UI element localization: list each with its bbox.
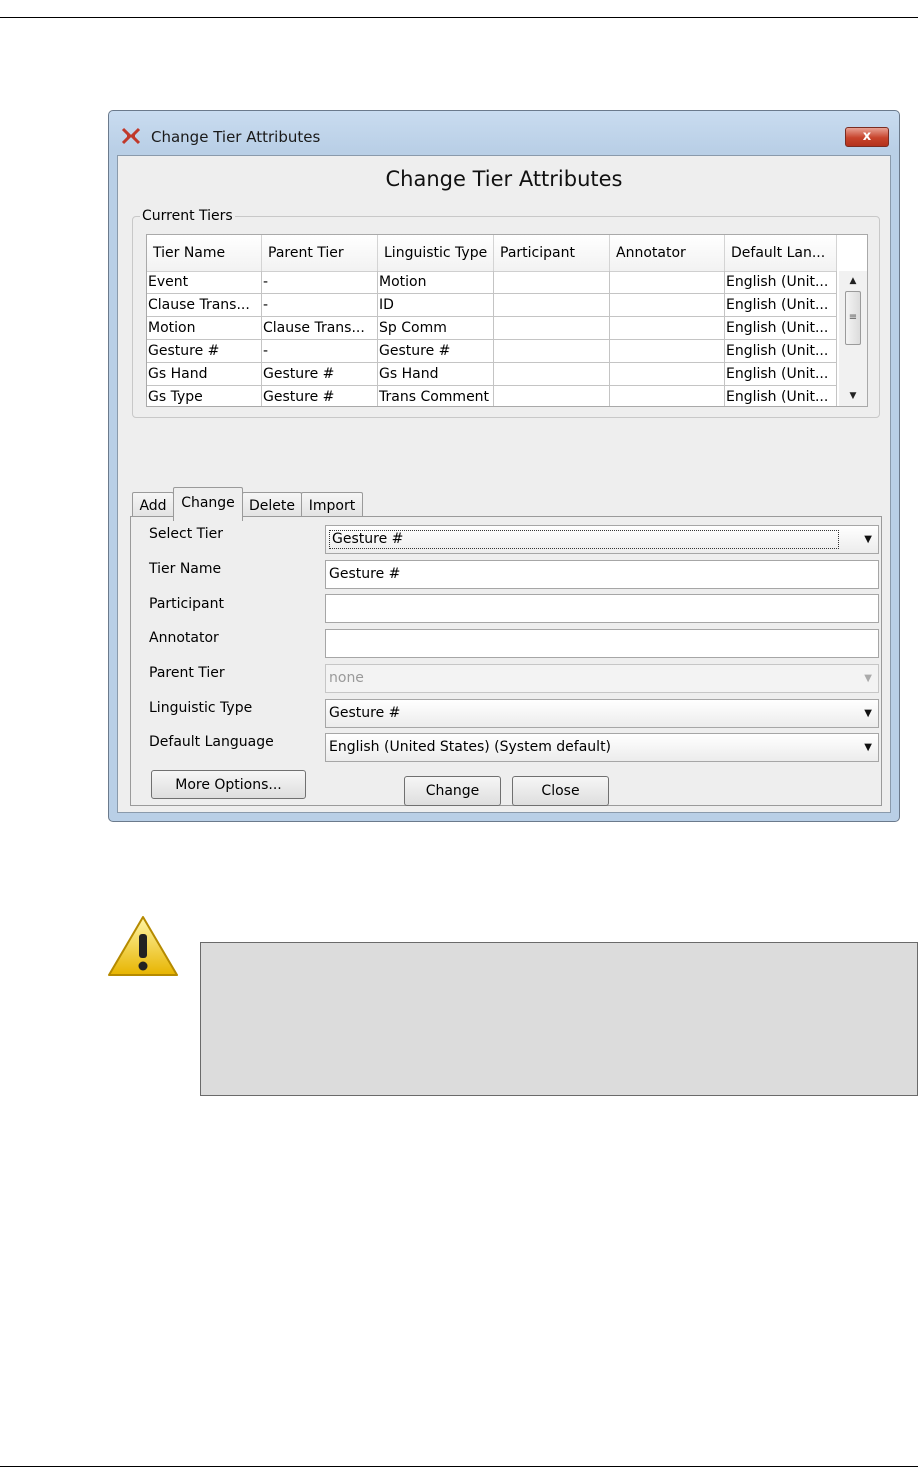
cell-annotator <box>610 363 725 386</box>
cell-parent-tier: Gesture # <box>262 363 378 386</box>
cell-parent-tier: - <box>262 340 378 363</box>
page-top-rule <box>0 17 918 18</box>
column-header-linguistic-type[interactable]: Linguistic Type <box>378 235 494 271</box>
close-icon: x <box>862 129 872 144</box>
title-bar[interactable]: Change Tier Attributes x <box>109 111 899 155</box>
linguistic-type-label: Linguistic Type <box>149 700 253 716</box>
tier-name-input[interactable]: Gesture # <box>325 560 879 589</box>
cell-default-language: English (Unit... <box>725 317 837 340</box>
cell-default-language: English (Unit... <box>725 271 837 294</box>
cell-tier-name: Clause Trans... <box>147 294 262 317</box>
change-tab-panel: Select Tier Gesture # ▼ Tier Name Gestur… <box>130 516 882 806</box>
close-window-button[interactable]: x <box>845 127 889 147</box>
cell-annotator <box>610 317 725 340</box>
warning-icon <box>108 916 178 976</box>
cell-parent-tier: - <box>262 271 378 294</box>
chevron-down-icon: ▼ <box>864 708 872 719</box>
cell-default-language: English (Unit... <box>725 363 837 386</box>
parent-tier-label: Parent Tier <box>149 665 225 681</box>
scroll-down-arrow-icon[interactable]: ▼ <box>839 386 867 406</box>
cell-linguistic-type: Gesture # <box>378 340 494 363</box>
table-row[interactable]: Motion Clause Trans... Sp Comm English (Uni… <box>147 317 837 340</box>
tab-change[interactable]: Change <box>173 487 243 521</box>
select-tier-dropdown[interactable]: Gesture # ▼ <box>325 525 879 554</box>
linguistic-type-value: Gesture # <box>329 705 401 721</box>
current-tiers-legend: Current Tiers <box>140 208 235 224</box>
page-bottom-rule <box>0 1466 918 1467</box>
parent-tier-dropdown: none ▼ <box>325 664 879 693</box>
table-row[interactable]: Gesture # - Gesture # English (Unit... <box>147 340 837 363</box>
column-header-annotator[interactable]: Annotator <box>610 235 725 271</box>
cell-tier-name: Gs Type <box>147 386 262 406</box>
warning-note-box <box>200 942 918 1096</box>
cell-annotator <box>610 386 725 406</box>
linguistic-type-dropdown[interactable]: Gesture # ▼ <box>325 699 879 728</box>
cell-linguistic-type: ID <box>378 294 494 317</box>
cell-parent-tier: Gesture # <box>262 386 378 406</box>
table-row[interactable]: Clause Trans... - ID English (Unit... <box>147 294 837 317</box>
scroll-thumb[interactable]: ≡ <box>845 291 861 345</box>
participant-label: Participant <box>149 596 224 612</box>
default-language-value: English (United States) (System default) <box>329 739 612 755</box>
cell-annotator <box>610 294 725 317</box>
cell-tier-name: Gs Hand <box>147 363 262 386</box>
cell-linguistic-type: Gs Hand <box>378 363 494 386</box>
dialog-heading: Change Tier Attributes <box>385 167 623 191</box>
annotator-label: Annotator <box>149 630 219 646</box>
cell-participant <box>494 386 610 406</box>
cell-tier-name: Motion <box>147 317 262 340</box>
elan-app-icon <box>121 127 141 145</box>
participant-input[interactable] <box>325 594 879 623</box>
cell-participant <box>494 317 610 340</box>
cell-default-language: English (Unit... <box>725 386 837 406</box>
cell-parent-tier: - <box>262 294 378 317</box>
parent-tier-value: none <box>329 670 364 686</box>
column-header-tier-name[interactable]: Tier Name <box>147 235 262 271</box>
chevron-down-icon: ▼ <box>864 742 872 753</box>
table-row[interactable]: Event - Motion English (Unit... <box>147 271 837 294</box>
select-tier-value: Gesture # <box>329 530 839 549</box>
cell-parent-tier: Clause Trans... <box>262 317 378 340</box>
table-row[interactable]: Gs Hand Gesture # Gs Hand English (Unit... <box>147 363 837 386</box>
cell-tier-name: Event <box>147 271 262 294</box>
cell-participant <box>494 363 610 386</box>
table-header: Tier Name Parent Tier Linguistic Type Pa… <box>147 235 837 272</box>
column-header-default-language[interactable]: Default Lan... <box>725 235 837 271</box>
more-options-button[interactable]: More Options... <box>151 770 306 799</box>
cell-participant <box>494 271 610 294</box>
table-vertical-scrollbar[interactable]: ▲ ≡ ▼ <box>839 271 867 406</box>
cell-participant <box>494 294 610 317</box>
default-language-label: Default Language <box>149 734 274 750</box>
chevron-down-icon: ▼ <box>864 534 872 545</box>
cell-linguistic-type: Sp Comm <box>378 317 494 340</box>
scroll-up-arrow-icon[interactable]: ▲ <box>839 271 867 291</box>
cell-tier-name: Gesture # <box>147 340 262 363</box>
close-button[interactable]: Close <box>512 776 609 806</box>
cell-annotator <box>610 271 725 294</box>
annotator-input[interactable] <box>325 629 879 658</box>
cell-default-language: English (Unit... <box>725 294 837 317</box>
dialog-content: Change Tier Attributes Current Tiers Tie… <box>117 155 891 813</box>
column-header-parent-tier[interactable]: Parent Tier <box>262 235 378 271</box>
cell-annotator <box>610 340 725 363</box>
cell-participant <box>494 340 610 363</box>
cell-linguistic-type: Trans Comment <box>378 386 494 406</box>
cell-default-language: English (Unit... <box>725 340 837 363</box>
column-header-participant[interactable]: Participant <box>494 235 610 271</box>
tier-name-label: Tier Name <box>149 561 222 577</box>
window-title: Change Tier Attributes <box>151 128 321 146</box>
chevron-down-icon: ▼ <box>864 673 872 684</box>
tiers-table[interactable]: Tier Name Parent Tier Linguistic Type Pa… <box>146 234 868 407</box>
default-language-dropdown[interactable]: English (United States) (System default)… <box>325 733 879 762</box>
table-row[interactable]: Gs Type Gesture # Trans Comment English (Un… <box>147 386 837 406</box>
select-tier-label: Select Tier <box>149 526 224 542</box>
change-tier-attributes-dialog: Change Tier Attributes x Change Tier Att… <box>108 110 900 822</box>
change-button[interactable]: Change <box>404 776 501 806</box>
cell-linguistic-type: Motion <box>378 271 494 294</box>
